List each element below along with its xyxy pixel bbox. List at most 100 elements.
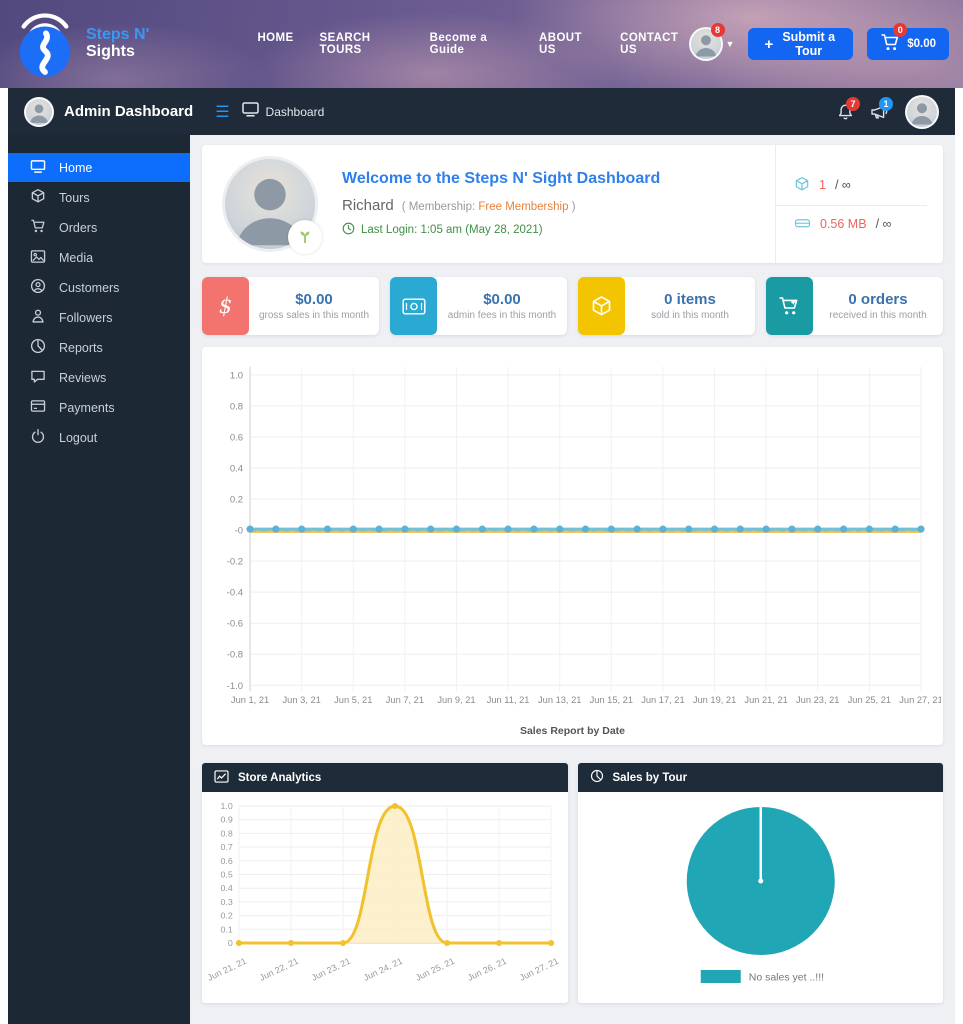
nav-item-about-us[interactable]: ABOUT US bbox=[539, 32, 594, 56]
store-analytics-panel: Store Analytics 1.00.90.80.70.60.50.40.3… bbox=[202, 763, 568, 1003]
svg-text:Jun 15, 21: Jun 15, 21 bbox=[590, 695, 633, 705]
sales-report-chart: 1.00.80.60.40.2-0-0.2-0.4-0.6-0.8-1.0Jun… bbox=[204, 353, 941, 743]
svg-text:Jun 1, 21: Jun 1, 21 bbox=[231, 695, 269, 705]
submit-tour-button[interactable]: + Submit a Tour bbox=[748, 28, 853, 60]
store-analytics-header: Store Analytics bbox=[202, 763, 568, 792]
usage-column: 1 / ∞ 0.56 MB / ∞ bbox=[775, 145, 927, 263]
svg-text:0.7: 0.7 bbox=[221, 842, 233, 852]
sidebar-item-followers[interactable]: Followers bbox=[8, 303, 190, 332]
cart-badge: 0 bbox=[893, 23, 907, 37]
cube-icon bbox=[794, 176, 810, 195]
svg-text:-0.8: -0.8 bbox=[227, 650, 243, 661]
sidebar-item-orders[interactable]: Orders bbox=[8, 213, 190, 242]
sales-report-card: 1.00.80.60.40.2-0-0.2-0.4-0.6-0.8-1.0Jun… bbox=[202, 347, 943, 745]
sidebar-item-logout[interactable]: Logout bbox=[8, 423, 190, 452]
clock-icon bbox=[342, 222, 355, 238]
admin-avatar[interactable] bbox=[24, 97, 54, 127]
sidebar-item-home[interactable]: Home bbox=[8, 153, 190, 182]
last-login: Last Login: 1:05 am (May 28, 2021) bbox=[342, 222, 775, 238]
svg-text:Jun 27, 21: Jun 27, 21 bbox=[899, 695, 941, 705]
package-icon bbox=[578, 277, 625, 335]
membership-text: ( Membership: Free Membership ) bbox=[402, 201, 576, 213]
top-navbar: Steps N' Sights HOME SEARCH TOURS Become… bbox=[0, 0, 963, 88]
svg-text:Jun 23, 21: Jun 23, 21 bbox=[796, 695, 839, 705]
welcome-title: Welcome to the Steps N' Sight Dashboard bbox=[342, 170, 775, 188]
nav-item-contact-us[interactable]: CONTACT US bbox=[620, 32, 688, 56]
seller-logo-badge bbox=[288, 220, 322, 254]
svg-text:0.2: 0.2 bbox=[230, 495, 243, 506]
user-circle-icon bbox=[30, 278, 46, 297]
user-menu[interactable]: 8 ▼ bbox=[689, 27, 735, 61]
storage-icon bbox=[794, 216, 811, 233]
main-menu: HOME SEARCH TOURS Become a Guide ABOUT U… bbox=[257, 32, 688, 56]
sidebar-item-media[interactable]: Media bbox=[8, 243, 190, 272]
stat-card-orders: 0 orders received in this month bbox=[766, 277, 943, 335]
svg-text:0: 0 bbox=[228, 938, 233, 948]
admin-title: Admin Dashboard bbox=[64, 103, 193, 120]
user-notification-badge: 8 bbox=[711, 23, 725, 37]
svg-text:1.0: 1.0 bbox=[230, 370, 243, 381]
sidebar-item-reports[interactable]: Reports bbox=[8, 333, 190, 362]
breadcrumb: Dashboard bbox=[266, 105, 325, 119]
logo-text-line2: Sights bbox=[86, 44, 149, 61]
membership-level: Free Membership bbox=[478, 201, 568, 213]
svg-text:0.3: 0.3 bbox=[221, 897, 233, 907]
announce-badge: 1 bbox=[879, 97, 893, 111]
credit-card-icon bbox=[30, 399, 46, 416]
chevron-down-icon: ▼ bbox=[726, 39, 735, 49]
svg-text:Jun 7, 21: Jun 7, 21 bbox=[386, 695, 424, 705]
svg-text:Jun 21, 21: Jun 21, 21 bbox=[206, 956, 248, 983]
nav-item-search-tours[interactable]: SEARCH TOURS bbox=[320, 32, 404, 56]
brand-logo[interactable]: Steps N' Sights bbox=[14, 6, 209, 83]
sidebar-item-customers[interactable]: Customers bbox=[8, 273, 190, 302]
main-content: Welcome to the Steps N' Sight Dashboard … bbox=[190, 135, 955, 1024]
svg-text:Jun 26, 21: Jun 26, 21 bbox=[466, 956, 508, 983]
sidebar-item-payments[interactable]: Payments bbox=[8, 393, 190, 422]
cube-icon bbox=[30, 188, 46, 207]
svg-text:Jun 5, 21: Jun 5, 21 bbox=[334, 695, 372, 705]
sales-by-tour-chart: No sales yet ..!!! bbox=[578, 792, 944, 1003]
dollar-icon: $ bbox=[202, 277, 249, 335]
svg-text:-0.4: -0.4 bbox=[227, 588, 243, 599]
svg-text:0.6: 0.6 bbox=[221, 856, 233, 866]
menu-toggle-icon[interactable]: ☰ bbox=[215, 102, 229, 122]
line-chart-icon bbox=[214, 770, 229, 786]
logo-icon bbox=[14, 6, 76, 83]
sidebar: Home Tours Orders Media Customers Follow… bbox=[8, 135, 190, 1024]
storage-usage: 0.56 MB / ∞ bbox=[776, 205, 927, 243]
user-name: Richard bbox=[342, 197, 394, 214]
cart-total: $0.00 bbox=[907, 38, 936, 50]
svg-text:-0.6: -0.6 bbox=[227, 619, 243, 630]
power-icon bbox=[30, 428, 46, 447]
svg-text:Jun 25, 21: Jun 25, 21 bbox=[848, 695, 891, 705]
svg-text:Jun 21, 21: Jun 21, 21 bbox=[744, 695, 787, 705]
svg-text:0.9: 0.9 bbox=[221, 815, 233, 825]
svg-text:Jun 25, 21: Jun 25, 21 bbox=[414, 956, 456, 983]
stats-row: $ $0.00 gross sales in this month $0.00 … bbox=[202, 277, 943, 335]
admin-header-bar: Admin Dashboard ☰ Dashboard 7 1 bbox=[8, 88, 955, 135]
svg-text:-0: -0 bbox=[235, 526, 243, 537]
svg-text:Jun 22, 21: Jun 22, 21 bbox=[258, 956, 300, 983]
cart-button[interactable]: 0 $0.00 bbox=[867, 28, 949, 60]
cart-icon bbox=[30, 218, 46, 237]
stat-card-gross-sales: $ $0.00 gross sales in this month bbox=[202, 277, 379, 335]
nav-item-home[interactable]: HOME bbox=[257, 32, 293, 56]
nav-item-become-a-guide[interactable]: Become a Guide bbox=[430, 32, 513, 56]
svg-text:0.8: 0.8 bbox=[221, 829, 233, 839]
svg-text:Jun 3, 21: Jun 3, 21 bbox=[283, 695, 321, 705]
svg-text:Jun 24, 21: Jun 24, 21 bbox=[362, 956, 404, 983]
sidebar-item-tours[interactable]: Tours bbox=[8, 183, 190, 212]
sidebar-item-reviews[interactable]: Reviews bbox=[8, 363, 190, 392]
plus-icon: + bbox=[764, 36, 773, 53]
svg-text:Sales Report by Date: Sales Report by Date bbox=[520, 726, 625, 737]
svg-text:-0.2: -0.2 bbox=[227, 557, 243, 568]
svg-text:No sales yet ..!!!: No sales yet ..!!! bbox=[748, 972, 823, 984]
announcements-megaphone[interactable]: 1 bbox=[870, 103, 889, 120]
profile-avatar[interactable] bbox=[905, 95, 939, 129]
notifications-bell[interactable]: 7 bbox=[837, 103, 854, 121]
cart-plus-icon bbox=[766, 277, 813, 335]
svg-text:0.4: 0.4 bbox=[230, 464, 243, 475]
svg-text:Jun 27, 21: Jun 27, 21 bbox=[518, 956, 560, 983]
welcome-card: Welcome to the Steps N' Sight Dashboard … bbox=[202, 145, 943, 263]
tours-usage: 1 / ∞ bbox=[776, 166, 927, 205]
